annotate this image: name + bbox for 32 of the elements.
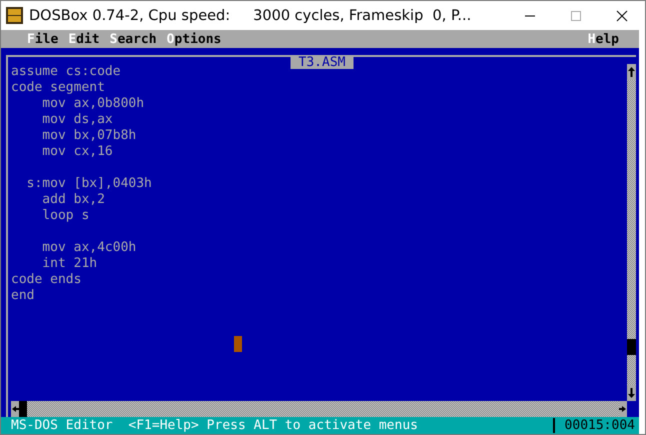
code-line: assume cs:code: [11, 64, 122, 80]
file-name: T3.ASM: [290, 57, 354, 69]
code-line: mov ax,4c00h: [41, 240, 138, 256]
menu-item[interactable]: Help: [586, 32, 627, 46]
code-line: mov ds,ax: [41, 112, 114, 128]
cursor-position: 00015:004: [564, 418, 636, 433]
maximize-icon: [570, 10, 582, 22]
code-line: int 21h: [41, 256, 98, 272]
code-line: mov bx,07b8h: [41, 128, 138, 144]
menu-item[interactable]: Search: [108, 32, 165, 46]
code-line: s:mov [bx],0403h: [26, 176, 153, 192]
scrollbar-thumb[interactable]: [627, 339, 636, 355]
code-line: code ends: [11, 272, 82, 288]
vertical-scrollbar[interactable]: [627, 64, 636, 401]
horizontal-scrollbar[interactable]: [11, 401, 627, 417]
down-arrow-icon[interactable]: [627, 385, 636, 401]
code-line: add bx,2: [41, 192, 106, 208]
code-line: end: [11, 288, 36, 304]
text-cursor: [234, 336, 242, 352]
status-message: MS-DOS Editor <F1=Help> Press ALT to activate menus: [1, 418, 555, 433]
close-icon: [616, 10, 628, 22]
scrollbar-thumb[interactable]: [19, 401, 27, 417]
menu-item[interactable]: Edit: [66, 32, 108, 46]
up-arrow-icon[interactable]: [627, 64, 636, 80]
code-line: code segment: [11, 80, 106, 96]
code-line: loop s: [41, 208, 90, 224]
dosbox-logo-icon: [6, 7, 23, 24]
menu-item[interactable]: Options: [164, 32, 230, 46]
menu-item[interactable]: File: [25, 32, 66, 46]
code-line: mov cx,16: [41, 144, 114, 160]
window-title: DOSBox 0.74-2, Cpu speed: 3000 cycles, Frameskip 0, P...: [29, 8, 472, 24]
code-line: mov ax,0b800h: [41, 96, 146, 112]
